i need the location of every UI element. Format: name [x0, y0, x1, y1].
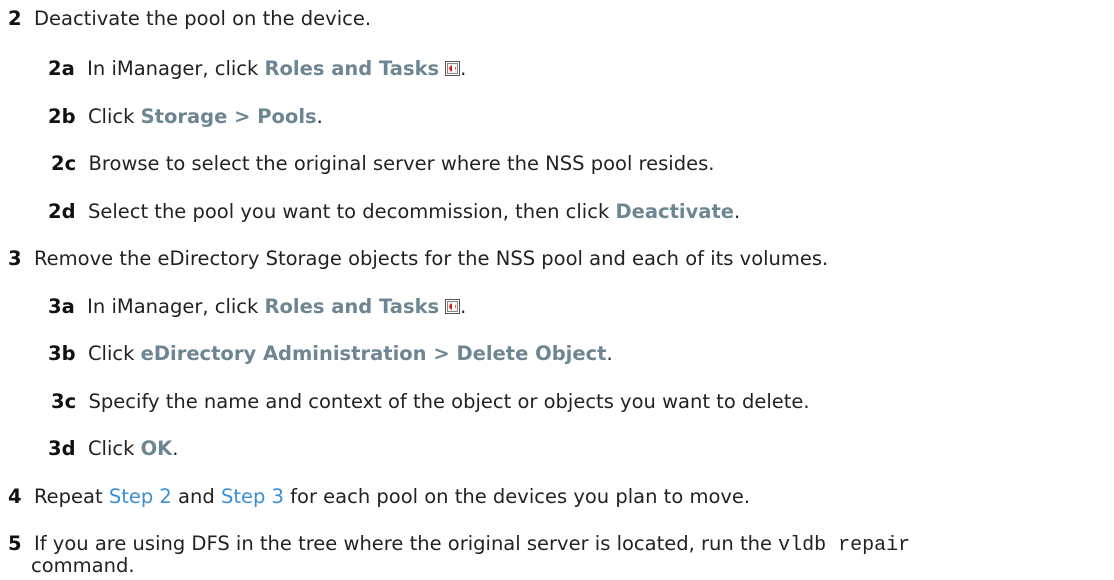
step-text: Specify the name and context of the obje…: [88, 390, 810, 413]
deactivate-label: Deactivate: [615, 200, 734, 223]
step-3d: 3d Click OK.: [48, 437, 179, 460]
step-2: 2 Deactivate the pool on the device.: [8, 6, 371, 32]
step-text: In iManager, click: [87, 57, 265, 80]
step-2d: 2d Select the pool you want to decommiss…: [48, 200, 741, 223]
step-number: 3c: [51, 390, 77, 413]
step-3a: 3a In iManager, click Roles and Tasks.: [48, 295, 467, 318]
roles-and-tasks-icon: [445, 61, 461, 76]
step-2c: 2c Browse to select the original server …: [51, 151, 714, 177]
step-text: Deactivate the pool on the device.: [33, 7, 372, 30]
step-number: 2: [8, 7, 22, 30]
step-3c: 3c Specify the name and context of the o…: [51, 389, 810, 415]
step-number: 2b: [48, 105, 76, 128]
step-5-continuation: command.: [31, 553, 135, 579]
step-text: Click: [87, 437, 141, 460]
step-number: 4: [8, 485, 22, 508]
vldb-repair-code: vldb repair: [778, 534, 911, 557]
step-3-link[interactable]: Step 3: [221, 485, 284, 508]
step-text: If you are using DFS in the tree where t…: [33, 532, 779, 555]
roles-and-tasks-label: Roles and Tasks: [264, 57, 440, 80]
step-number: 3a: [48, 295, 75, 318]
step-2b: 2b Click Storage > Pools.: [48, 105, 323, 128]
step-text: Remove the eDirectory Storage objects fo…: [33, 247, 829, 270]
step-text: Select the pool you want to decommission…: [87, 200, 616, 223]
step-text: Repeat: [33, 485, 109, 508]
roles-and-tasks-label: Roles and Tasks: [264, 295, 440, 318]
step-number: 2d: [48, 200, 76, 223]
step-number: 3b: [48, 342, 76, 365]
step-text: Click: [87, 105, 141, 128]
step-number: 3d: [48, 437, 76, 460]
step-number: 2a: [48, 57, 75, 80]
step-text: Browse to select the original server whe…: [88, 152, 715, 175]
step-3: 3 Remove the eDirectory Storage objects …: [8, 246, 828, 272]
delete-object-label: eDirectory Administration > Delete Objec…: [140, 342, 607, 365]
step-number: 5: [8, 532, 22, 555]
step-4: 4 Repeat Step 2 and Step 3 for each pool…: [8, 485, 751, 508]
storage-pools-label: Storage > Pools: [140, 105, 317, 128]
roles-and-tasks-icon: [445, 299, 461, 314]
step-text: Click: [87, 342, 141, 365]
step-2a: 2a In iManager, click Roles and Tasks.: [48, 57, 467, 80]
step-5: 5 If you are using DFS in the tree where…: [8, 531, 910, 559]
step-text: command.: [31, 554, 135, 577]
step-2-link[interactable]: Step 2: [109, 485, 172, 508]
ok-label: OK: [140, 437, 173, 460]
step-3b: 3b Click eDirectory Administration > Del…: [48, 342, 613, 365]
step-text: In iManager, click: [87, 295, 265, 318]
step-number: 3: [8, 247, 22, 270]
step-number: 2c: [51, 152, 77, 175]
